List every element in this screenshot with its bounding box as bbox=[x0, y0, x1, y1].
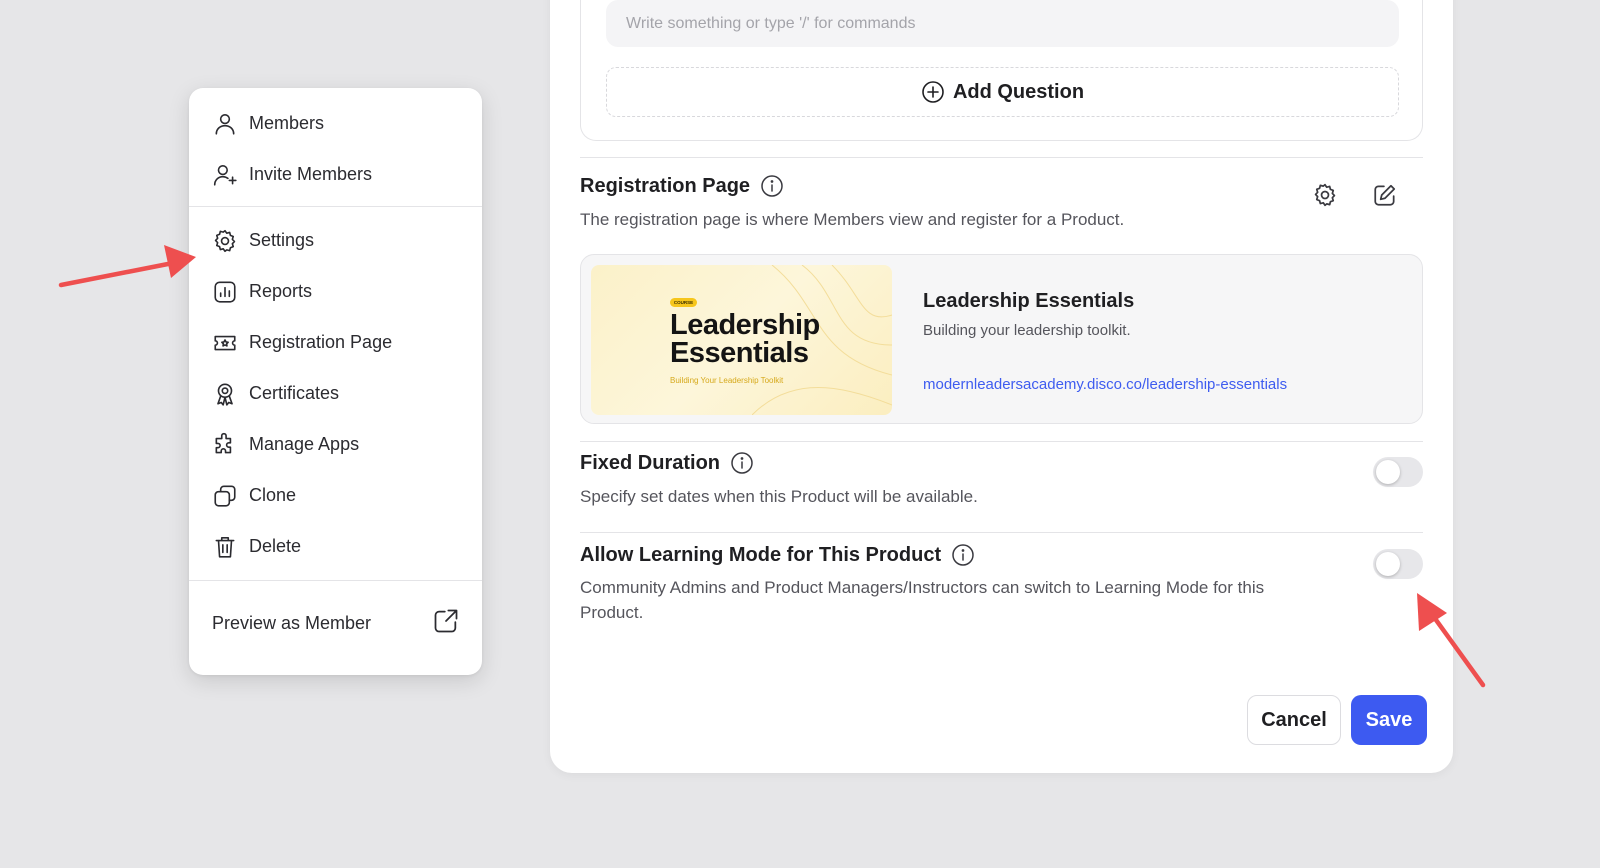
puzzle-icon bbox=[212, 432, 238, 458]
menu-group-manage: Settings Reports Registration Page Certi… bbox=[189, 207, 482, 580]
learning-mode-title: Allow Learning Mode for This Product bbox=[580, 543, 975, 567]
add-question-button[interactable]: Add Question bbox=[606, 67, 1399, 117]
menu-item-label: Invite Members bbox=[249, 164, 373, 184]
registration-page-link[interactable]: modernleadersacademy.disco.co/leadership… bbox=[923, 376, 1287, 393]
user-icon bbox=[212, 111, 238, 137]
plus-circle-icon bbox=[922, 81, 944, 103]
copy-icon bbox=[212, 483, 238, 509]
menu-item-label: Delete bbox=[249, 536, 302, 556]
learning-mode-description: Community Admins and Product Managers/In… bbox=[580, 575, 1264, 625]
save-button[interactable]: Save bbox=[1351, 695, 1427, 745]
trash-icon bbox=[212, 534, 238, 560]
annotation-arrow-right bbox=[1417, 593, 1486, 688]
learning-mode-toggle[interactable] bbox=[1373, 549, 1423, 579]
registration-page-card[interactable]: COURSE Leadership Essentials Building Yo… bbox=[580, 254, 1423, 424]
menu-item-registration-page[interactable]: Registration Page bbox=[189, 317, 482, 368]
award-icon bbox=[212, 381, 238, 407]
registration-edit-button[interactable] bbox=[1370, 180, 1400, 210]
chart-icon bbox=[212, 279, 238, 305]
toggle-knob bbox=[1376, 552, 1400, 576]
toggle-knob bbox=[1376, 460, 1400, 484]
info-icon[interactable] bbox=[760, 174, 784, 198]
cancel-button[interactable]: Cancel bbox=[1247, 695, 1341, 745]
gear-icon bbox=[1314, 183, 1336, 207]
info-icon[interactable] bbox=[951, 543, 975, 567]
registration-settings-button[interactable] bbox=[1310, 180, 1340, 210]
fixed-duration-toggle[interactable] bbox=[1373, 457, 1423, 487]
question-input[interactable]: Write something or type '/' for commands bbox=[606, 0, 1399, 47]
thumbnail-title-line1: Leadership bbox=[670, 309, 820, 341]
product-tagline: Building your leadership toolkit. bbox=[923, 322, 1131, 339]
menu-item-delete[interactable]: Delete bbox=[189, 521, 482, 572]
menu-item-label: Manage Apps bbox=[249, 434, 360, 454]
question-input-placeholder: Write something or type '/' for commands bbox=[626, 14, 916, 32]
menu-item-label: Reports bbox=[249, 281, 313, 301]
gear-icon bbox=[212, 228, 238, 254]
preview-as-member-label: Preview as Member bbox=[212, 612, 372, 633]
menu-item-reports[interactable]: Reports bbox=[189, 266, 482, 317]
fixed-duration-title-text: Fixed Duration bbox=[580, 451, 721, 474]
learning-mode-title-text: Allow Learning Mode for This Product bbox=[580, 543, 942, 566]
section-divider bbox=[580, 441, 1423, 442]
questions-card: Write something or type '/' for commands… bbox=[580, 0, 1423, 141]
menu-item-members[interactable]: Members bbox=[189, 98, 482, 149]
external-link-icon bbox=[432, 607, 460, 640]
section-divider bbox=[580, 157, 1423, 158]
menu-item-manage-apps[interactable]: Manage Apps bbox=[189, 419, 482, 470]
thumbnail-title: Leadership Essentials bbox=[670, 309, 820, 369]
learning-mode-description-line1: Community Admins and Product Managers/In… bbox=[580, 578, 1265, 597]
thumbnail-subtitle: Building Your Leadership Toolkit bbox=[670, 376, 784, 385]
learning-mode-description-line2: Product. bbox=[580, 603, 644, 622]
annotation-arrow-left bbox=[58, 245, 196, 288]
course-badge: COURSE bbox=[670, 298, 697, 307]
fixed-duration-description: Specify set dates when this Product will… bbox=[580, 487, 978, 506]
registration-page-description: The registration page is where Members v… bbox=[580, 210, 1125, 229]
product-settings-panel: Write something or type '/' for commands… bbox=[550, 0, 1453, 773]
registration-page-title-text: Registration Page bbox=[580, 174, 751, 197]
menu-item-certificates[interactable]: Certificates bbox=[189, 368, 482, 419]
registration-page-title: Registration Page bbox=[580, 174, 784, 198]
info-icon[interactable] bbox=[730, 451, 754, 475]
course-thumbnail: COURSE Leadership Essentials Building Yo… bbox=[591, 265, 892, 415]
product-actions-menu: Members Invite Members Settings Reports bbox=[189, 88, 482, 675]
menu-item-settings[interactable]: Settings bbox=[189, 215, 482, 266]
add-question-label: Add Question bbox=[952, 80, 1085, 103]
menu-group-members: Members Invite Members bbox=[189, 88, 482, 206]
menu-item-label: Settings bbox=[249, 230, 315, 250]
fixed-duration-title: Fixed Duration bbox=[580, 451, 754, 475]
menu-item-clone[interactable]: Clone bbox=[189, 470, 482, 521]
user-plus-icon bbox=[212, 162, 238, 188]
menu-item-label: Registration Page bbox=[249, 332, 393, 352]
menu-item-invite-members[interactable]: Invite Members bbox=[189, 149, 482, 200]
menu-item-label: Certificates bbox=[249, 383, 340, 403]
menu-item-label: Members bbox=[249, 113, 325, 133]
edit-icon bbox=[1374, 184, 1396, 206]
preview-as-member-item[interactable]: Preview as Member bbox=[189, 581, 482, 665]
menu-item-label: Clone bbox=[249, 485, 297, 505]
section-divider bbox=[580, 532, 1423, 533]
ticket-icon bbox=[212, 330, 238, 356]
thumbnail-title-line2: Essentials bbox=[670, 337, 809, 369]
product-name: Leadership Essentials bbox=[923, 290, 1135, 312]
